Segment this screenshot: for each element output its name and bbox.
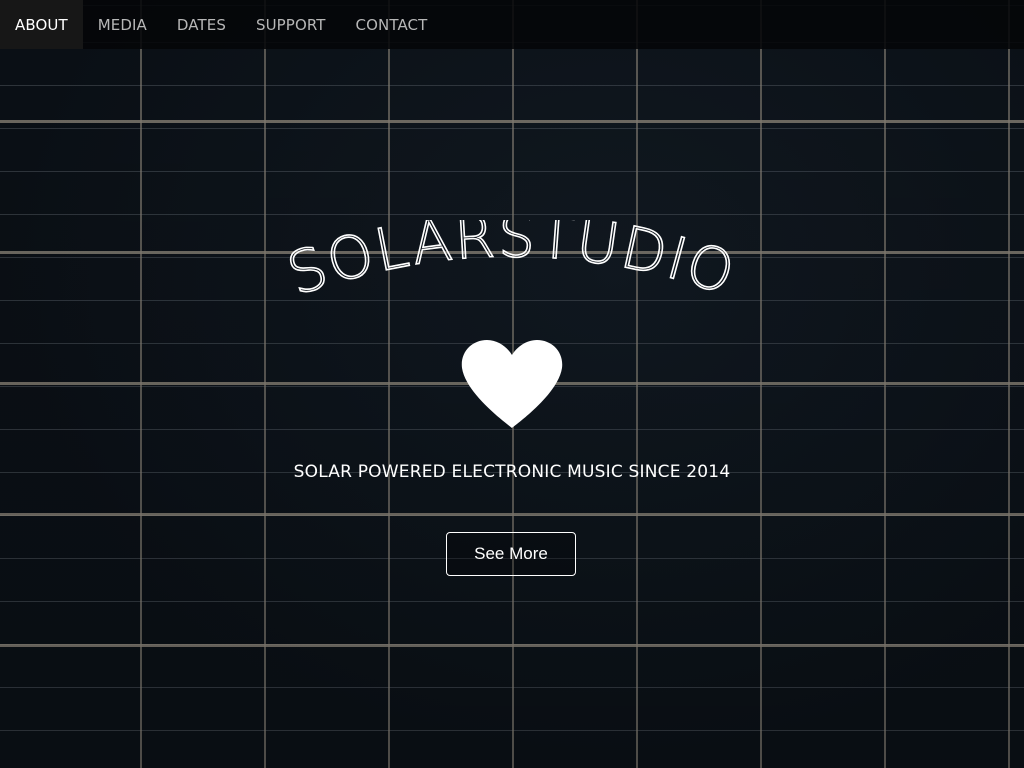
page: ABOUT MEDIA DATES SUPPORT CONTACT SOLARS… <box>0 0 1024 768</box>
heart-icon <box>461 340 563 428</box>
svg-text:SOLARSTUDIO: SOLARSTUDIO <box>279 220 744 309</box>
logo-wordmark: SOLARSTUDIO <box>279 220 744 309</box>
hero-section: SOLARSTUDIO SOLAR POWERED ELECTRONIC MUS… <box>0 0 1024 768</box>
see-more-button[interactable]: See More <box>446 532 576 576</box>
site-logo: SOLARSTUDIO <box>279 220 744 309</box>
tagline: SOLAR POWERED ELECTRONIC MUSIC SINCE 201… <box>293 462 731 482</box>
